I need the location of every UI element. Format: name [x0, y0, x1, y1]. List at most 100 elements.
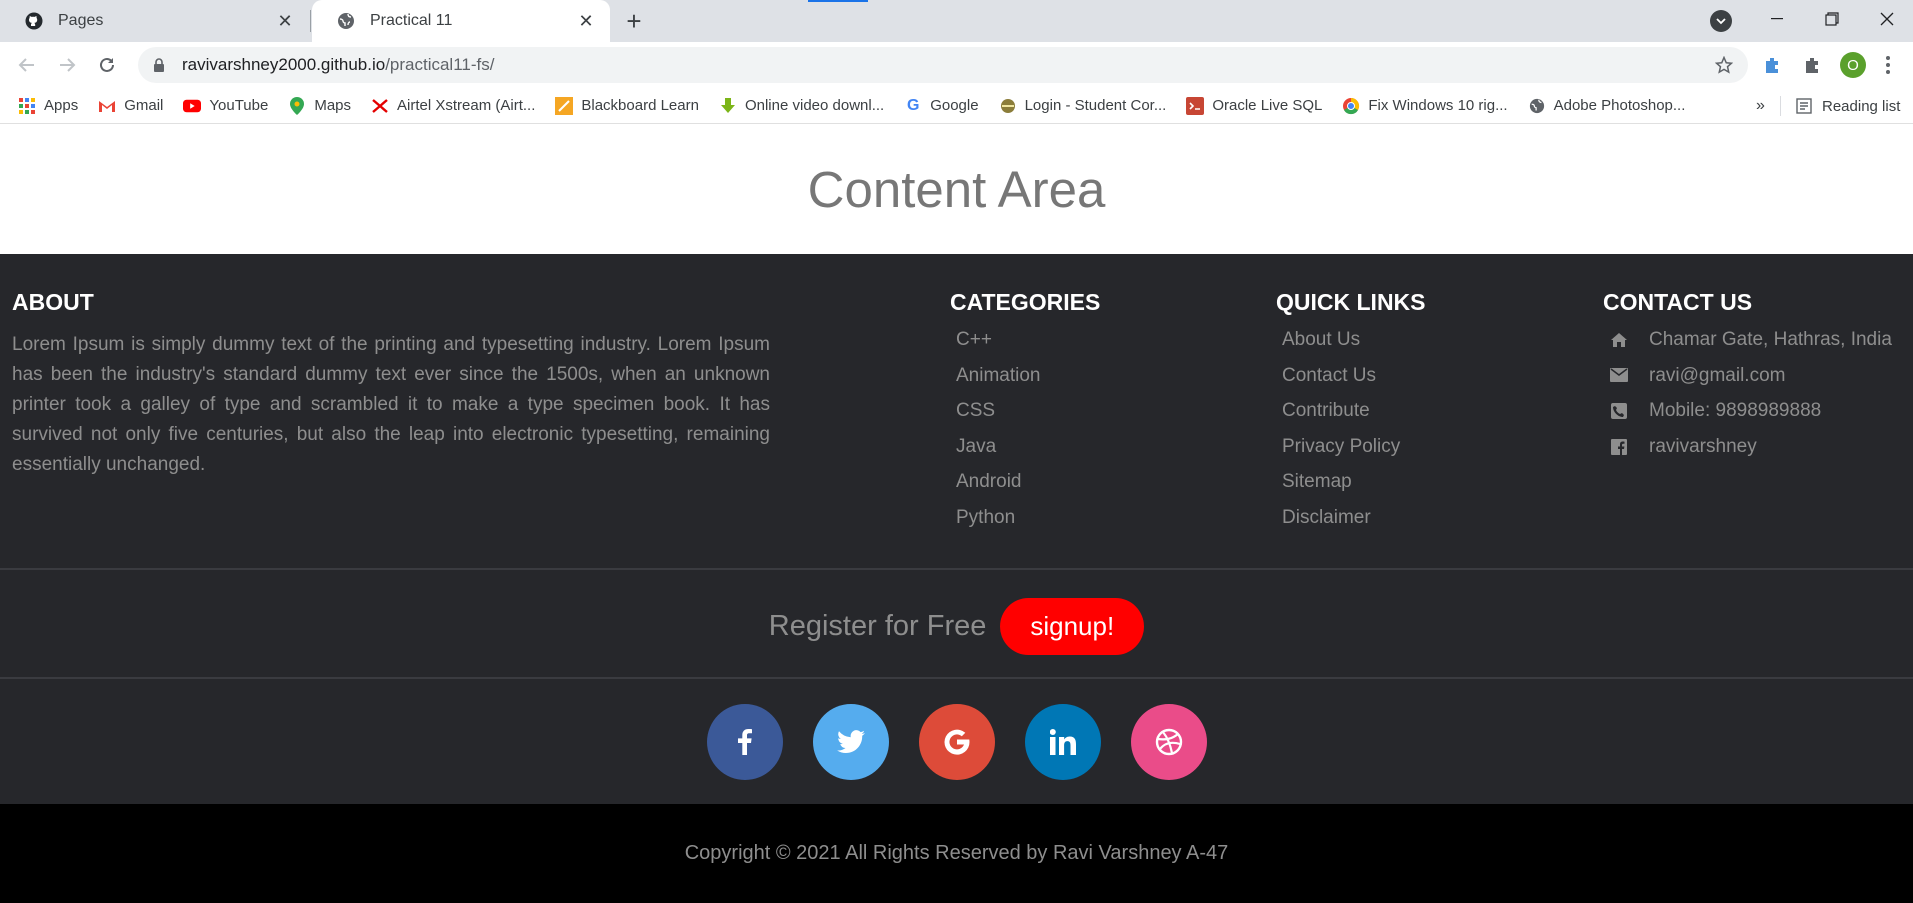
- bookmark-video-download[interactable]: Online video downl...: [719, 97, 884, 115]
- reading-list-label: Reading list: [1822, 97, 1901, 115]
- oracle-icon: [1186, 96, 1205, 115]
- bookmark-gmail[interactable]: Gmail: [98, 97, 163, 115]
- new-tab-button[interactable]: +: [620, 6, 648, 36]
- github-icon: [24, 11, 44, 31]
- bookmark-label: YouTube: [209, 97, 269, 114]
- bookmarks-divider: [1780, 96, 1781, 116]
- blackboard-icon: [555, 96, 574, 115]
- bookmark-photoshop[interactable]: Adobe Photoshop...: [1528, 97, 1686, 115]
- profile-avatar[interactable]: O: [1840, 52, 1866, 78]
- close-icon[interactable]: ✕: [574, 9, 598, 33]
- chrome-icon: [1342, 97, 1360, 115]
- address-bar[interactable]: ravivarshney2000.github.io/practical11-f…: [138, 47, 1748, 83]
- quick-links-list: About Us Contact Us Contribute Privacy P…: [1276, 322, 1400, 536]
- quick-link[interactable]: About Us: [1276, 322, 1400, 358]
- loading-indicator: [808, 0, 868, 2]
- phone-icon: [1609, 401, 1629, 421]
- home-icon: [1609, 330, 1629, 350]
- quick-link[interactable]: Privacy Policy: [1276, 429, 1400, 465]
- bookmark-oracle[interactable]: Oracle Live SQL: [1186, 96, 1322, 115]
- contact-facebook[interactable]: ravivarshney: [1603, 429, 1892, 465]
- bookmark-youtube[interactable]: YouTube: [183, 97, 268, 115]
- tab-divider: [310, 10, 311, 32]
- quick-links-heading: QUICK LINKS: [1276, 289, 1426, 315]
- google-button[interactable]: [918, 704, 995, 780]
- register-label: Register for Free: [768, 609, 987, 642]
- reading-list-button[interactable]: Reading list: [1796, 88, 1900, 124]
- forward-button[interactable]: [52, 50, 82, 80]
- envelope-icon: [1609, 365, 1629, 385]
- category-link[interactable]: C++: [950, 322, 1041, 358]
- back-button[interactable]: [12, 50, 42, 80]
- contact-phone[interactable]: Mobile: 9898989888: [1603, 393, 1892, 429]
- category-link[interactable]: Java: [950, 429, 1041, 465]
- facebook-square-icon: [1609, 437, 1629, 457]
- linkedin-button[interactable]: [1024, 704, 1101, 780]
- student-icon: [999, 97, 1017, 115]
- contact-text: Mobile: 9898989888: [1649, 400, 1822, 422]
- browser-menu-icon[interactable]: [1878, 52, 1898, 78]
- extension-puzzle-icon[interactable]: [1760, 52, 1786, 78]
- signup-button[interactable]: signup!: [1000, 597, 1145, 655]
- facebook-button[interactable]: [706, 704, 783, 780]
- bookmark-maps[interactable]: Maps: [288, 96, 351, 115]
- tab-strip: Pages ✕ Practical 11 ✕ +: [0, 0, 1913, 42]
- dribbble-icon: [1155, 728, 1183, 756]
- quick-link[interactable]: Contribute: [1276, 393, 1400, 429]
- footer-divider: [0, 568, 1913, 570]
- bookmark-student-login[interactable]: Login - Student Cor...: [999, 97, 1167, 115]
- bookmark-label: Fix Windows 10 rig...: [1368, 97, 1508, 114]
- quick-link[interactable]: Sitemap: [1276, 464, 1400, 500]
- tab-title: Pages: [58, 12, 104, 29]
- category-link[interactable]: CSS: [950, 393, 1041, 429]
- category-link[interactable]: Python: [950, 500, 1041, 536]
- bookmark-fix-windows[interactable]: Fix Windows 10 rig...: [1342, 97, 1508, 115]
- category-link[interactable]: Android: [950, 464, 1041, 500]
- quick-link[interactable]: Contact Us: [1276, 358, 1400, 394]
- categories-heading: CATEGORIES: [950, 289, 1101, 315]
- footer-divider: [0, 677, 1913, 679]
- dribbble-button[interactable]: [1130, 704, 1207, 780]
- contact-text: ravi@gmail.com: [1649, 364, 1786, 386]
- tab-pages[interactable]: Pages ✕: [0, 0, 309, 42]
- bookmark-star-icon[interactable]: [1714, 55, 1734, 75]
- tab-search-icon[interactable]: [1710, 10, 1732, 32]
- social-links: [0, 704, 1913, 780]
- register-section: Register for Free signup!: [0, 596, 1913, 656]
- globe-icon: [336, 11, 356, 31]
- contact-text: ravivarshney: [1649, 435, 1757, 457]
- browser-toolbar: ravivarshney2000.github.io/practical11-f…: [0, 42, 1913, 88]
- site-footer: ABOUT Lorem Ipsum is simply dummy text o…: [0, 254, 1913, 804]
- gmail-icon: [98, 97, 116, 115]
- lock-icon[interactable]: [152, 58, 166, 72]
- copyright-text: Copyright © 2021 All Rights Reserved by …: [684, 842, 1229, 864]
- category-link[interactable]: Animation: [950, 358, 1041, 394]
- twitter-button[interactable]: [812, 704, 889, 780]
- close-icon[interactable]: ✕: [273, 9, 297, 33]
- reading-list-icon: [1796, 98, 1812, 114]
- bookmark-google[interactable]: G Google: [904, 97, 979, 115]
- url-host: ravivarshney2000.github.io: [182, 55, 386, 74]
- facebook-icon: [737, 729, 752, 755]
- tab-practical-11[interactable]: Practical 11 ✕: [312, 0, 610, 42]
- bookmark-airtel[interactable]: Airtel Xstream (Airt...: [371, 97, 535, 115]
- bookmarks-overflow-button[interactable]: »: [1756, 97, 1765, 115]
- restore-button[interactable]: [1806, 0, 1858, 38]
- quick-link[interactable]: Disclaimer: [1276, 500, 1400, 536]
- contact-list: Chamar Gate, Hathras, India ravi@gmail.c…: [1603, 322, 1892, 464]
- bookmark-label: Apps: [44, 97, 79, 114]
- bookmark-blackboard[interactable]: Blackboard Learn: [555, 96, 699, 115]
- extensions-icon[interactable]: [1800, 52, 1826, 78]
- about-heading: ABOUT: [12, 289, 94, 315]
- bookmark-label: Airtel Xstream (Airt...: [397, 97, 536, 114]
- reload-button[interactable]: [92, 50, 122, 80]
- bookmark-label: Adobe Photoshop...: [1553, 97, 1686, 114]
- maps-icon: [288, 96, 306, 115]
- close-window-button[interactable]: [1861, 0, 1913, 38]
- contact-email[interactable]: ravi@gmail.com: [1603, 358, 1892, 394]
- minimize-button[interactable]: [1751, 0, 1803, 38]
- bookmark-label: Login - Student Cor...: [1024, 97, 1167, 114]
- google-icon: [943, 728, 971, 756]
- bookmark-label: Gmail: [124, 97, 164, 114]
- bookmark-apps[interactable]: Apps: [18, 97, 78, 115]
